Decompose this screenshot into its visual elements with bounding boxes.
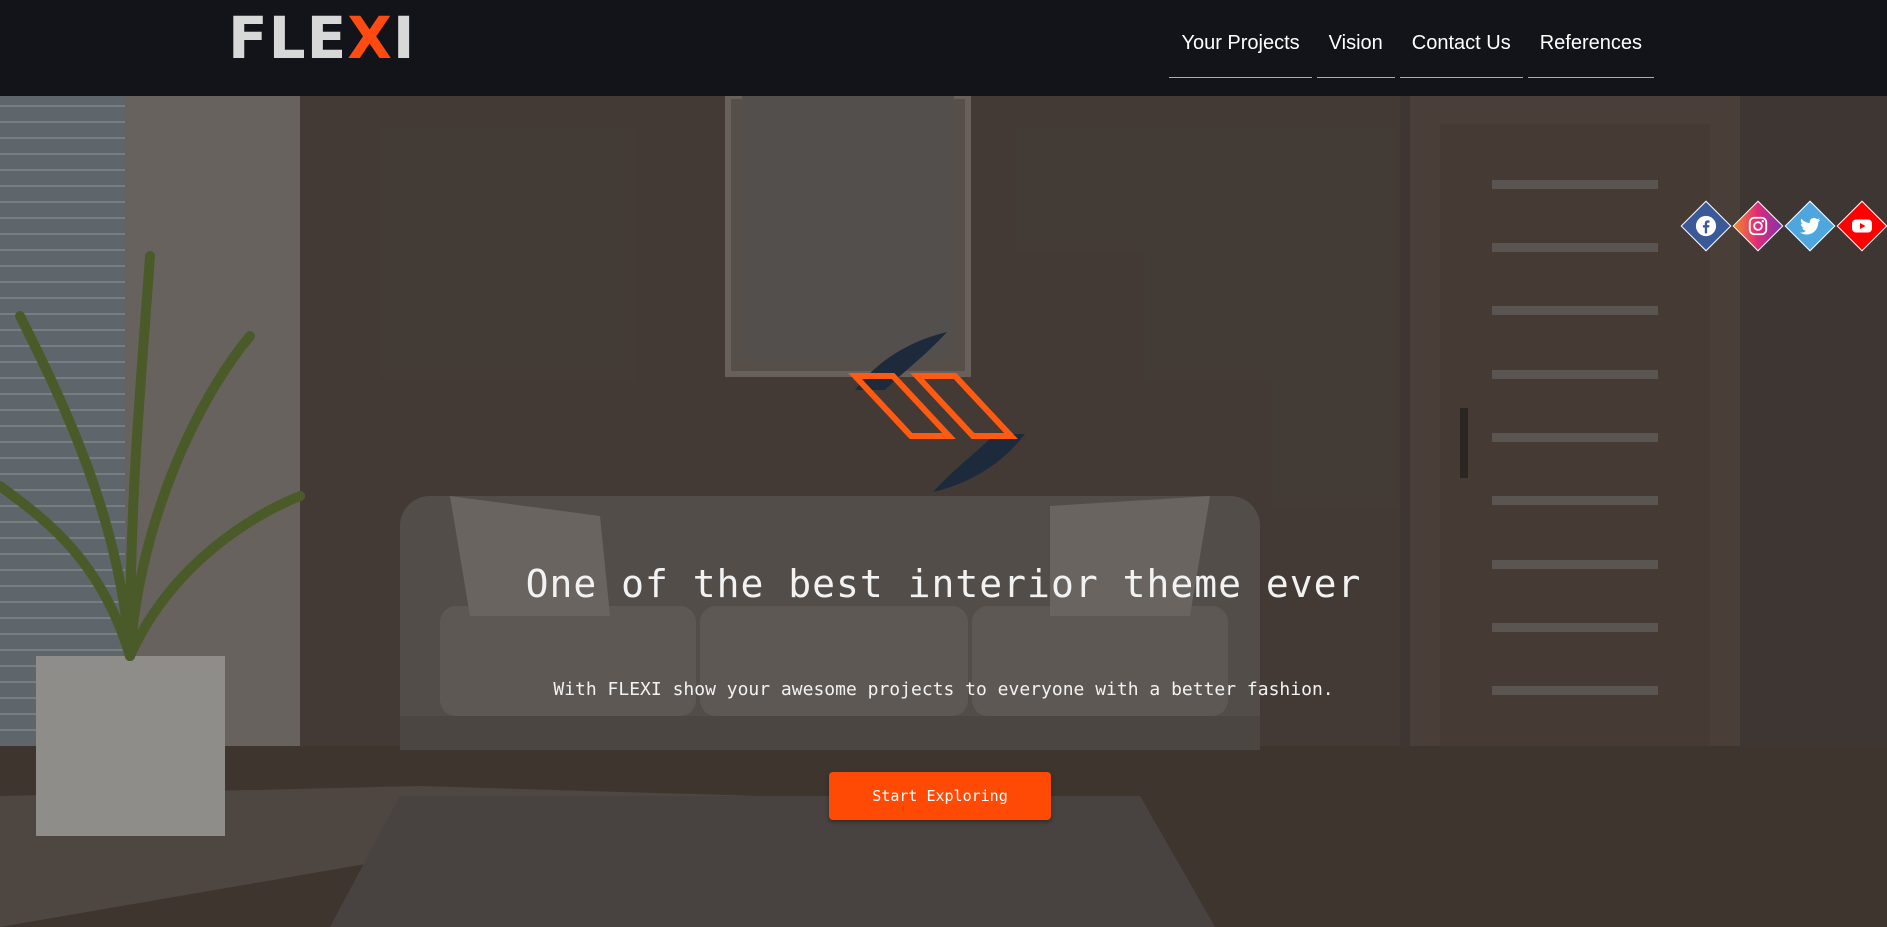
social-links	[1680, 200, 1887, 252]
flexi-logo[interactable]: FLEXI	[228, 8, 416, 68]
flexi-emblem-icon	[848, 332, 1025, 492]
nav-references[interactable]: References	[1527, 24, 1654, 78]
nav-contact-us[interactable]: Contact Us	[1399, 24, 1523, 78]
logo-text-x: X	[347, 4, 393, 72]
twitter-icon[interactable]	[1784, 200, 1836, 252]
facebook-icon[interactable]	[1680, 200, 1732, 252]
hero-subtitle: With FLEXI show your awesome projects to…	[553, 679, 1334, 700]
top-navbar: FLEXI Your Projects Vision Contact Us Re…	[0, 0, 1887, 96]
hero-title: One of the best interior theme ever	[525, 562, 1362, 606]
logo-text-fle: FLE	[228, 4, 348, 72]
start-exploring-button[interactable]: Start Exploring	[829, 772, 1051, 820]
nav-vision[interactable]: Vision	[1316, 24, 1395, 78]
main-nav: Your Projects Vision Contact Us Referenc…	[1169, 24, 1654, 78]
instagram-icon[interactable]	[1732, 200, 1784, 252]
nav-your-projects[interactable]: Your Projects	[1169, 24, 1312, 78]
logo-text-i: I	[392, 4, 416, 72]
hero-section: One of the best interior theme ever With…	[0, 96, 1887, 927]
youtube-icon[interactable]	[1836, 200, 1887, 252]
